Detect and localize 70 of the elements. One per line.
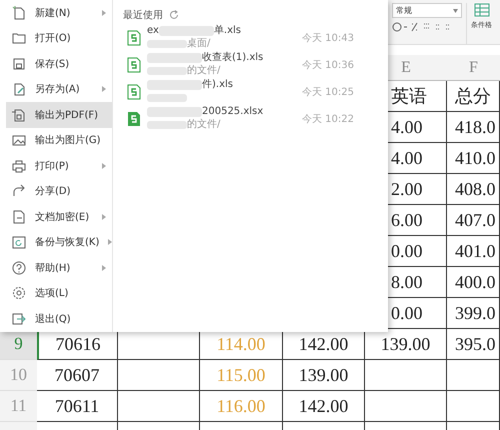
table-cell: 418.0 <box>447 112 500 143</box>
refresh-icon[interactable] <box>169 10 179 20</box>
recent-file[interactable]: ex 单.xls 桌面/ 今天 10:43 <box>123 24 380 51</box>
file-time: 今天 10:43 <box>302 32 355 44</box>
section-title: 最近使用 <box>123 8 163 22</box>
lock-document-icon <box>12 210 26 224</box>
submenu-arrow-icon <box>102 10 106 16</box>
printer-icon <box>12 158 26 173</box>
table-icon <box>474 3 490 17</box>
submenu-arrow-icon <box>108 239 112 246</box>
menu-item[interactable]: 文档加密(E) <box>6 204 112 230</box>
file-path: 桌面/ <box>187 38 210 50</box>
exit-icon <box>12 312 26 326</box>
folder-icon <box>12 31 26 46</box>
menu-item[interactable]: 新建(N) <box>6 0 112 26</box>
table-cell: 总分 <box>447 81 500 112</box>
spreadsheet-file-icon <box>127 56 141 72</box>
menu-item[interactable]: 选项(L) <box>6 280 112 306</box>
settings-icon <box>12 286 26 300</box>
spreadsheet-file-icon <box>127 84 141 100</box>
table-cell: 410.0 <box>447 143 500 174</box>
table-cell <box>447 360 500 391</box>
submenu-arrow-icon <box>102 86 106 92</box>
table-cell: 70611 <box>37 391 118 422</box>
table-cell: 139.00 <box>283 360 365 391</box>
table-cell: 142.00 <box>283 391 365 422</box>
file-name: 件).xls <box>202 79 233 91</box>
file-name: 200525.xlsx <box>202 106 264 118</box>
share-icon <box>12 184 26 198</box>
file-time: 今天 10:22 <box>302 112 355 126</box>
save-icon <box>12 56 26 71</box>
help-icon <box>12 260 26 275</box>
file-path: 的文件/ <box>187 65 220 77</box>
table-cell: 399.0 <box>447 298 500 329</box>
menu-item[interactable]: 退出(Q) <box>6 306 112 332</box>
document-export-icon <box>12 108 26 122</box>
image-icon <box>12 133 26 148</box>
menu-item[interactable]: 帮助(H) <box>6 255 112 280</box>
menu-item[interactable]: 另存为(A) <box>6 76 112 102</box>
table-cell: 116.00 <box>200 391 283 422</box>
spreadsheet-file-icon <box>127 110 141 126</box>
file-time: 今天 10:36 <box>302 58 355 72</box>
submenu-arrow-icon <box>102 264 106 271</box>
menu-item[interactable]: 输出为图片(G) <box>6 128 112 153</box>
submenu-arrow-icon <box>102 214 106 220</box>
menu-item[interactable]: 分享(D) <box>6 178 112 204</box>
table-cell: 115.00 <box>200 360 283 391</box>
menu-item[interactable]: 备份与恢复(K) <box>6 230 112 255</box>
file-name: ex <box>147 25 159 37</box>
table-cell: 408.0 <box>447 174 500 205</box>
file-time: 今天 10:25 <box>302 86 355 98</box>
menu-item[interactable]: 保存(S) <box>6 51 112 76</box>
menu-item[interactable]: 打印(P) <box>6 153 112 178</box>
backup-icon <box>12 235 26 250</box>
caret-icon <box>453 8 458 12</box>
document-pen-icon <box>12 82 26 96</box>
table-cell: 70607 <box>37 360 118 391</box>
table-cell: 407.0 <box>447 205 500 236</box>
file-name: 单.xls <box>214 25 241 37</box>
table-cell: 401.0 <box>447 236 500 267</box>
new-document-icon <box>12 6 26 20</box>
menu-item[interactable]: 打开(O) <box>6 26 112 51</box>
table-cell: 400.0 <box>447 267 500 298</box>
file-path: 的文件/ <box>187 119 220 131</box>
submenu-arrow-icon <box>102 162 106 169</box>
number-format-dropdown[interactable]: 常规 <box>392 3 462 18</box>
spreadsheet-file-icon <box>127 30 141 46</box>
menu-item[interactable]: 输出为PDF(F) <box>6 102 112 128</box>
table-cell: 395.0 <box>447 329 500 360</box>
file-name: 收查表(1).xls <box>202 52 264 64</box>
